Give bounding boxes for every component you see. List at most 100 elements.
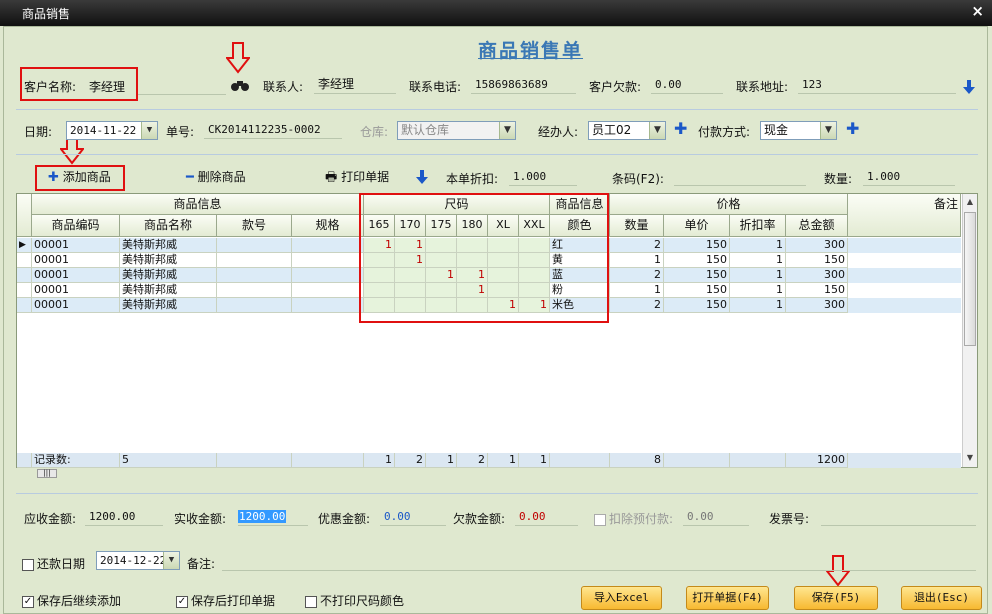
cell-spec[interactable] (292, 283, 364, 298)
col-rate[interactable]: 折扣率 (730, 215, 786, 237)
discount-field[interactable]: 1.000 (509, 168, 577, 186)
cell-qty[interactable]: 1 (610, 253, 664, 268)
cell-price[interactable]: 150 (664, 253, 730, 268)
receivable-field: 1200.00 (85, 508, 163, 526)
cell-name[interactable]: 美特斯邦威 (120, 298, 217, 313)
cell-qty[interactable]: 2 (610, 238, 664, 253)
h-scroll-thumb[interactable]: ||| (37, 469, 57, 478)
col-price[interactable]: 单价 (664, 215, 730, 237)
cell-total[interactable]: 150 (786, 283, 848, 298)
print-button[interactable]: 🖶 打印单据 (325, 168, 389, 190)
pay-select[interactable]: 现金 ▼ (760, 121, 837, 140)
option-continue[interactable]: ✓ 保存后继续添加 (22, 592, 121, 609)
import-excel-button[interactable]: 导入Excel (581, 586, 662, 610)
chevron-down-icon[interactable]: ▼ (141, 122, 157, 139)
cell-style[interactable] (217, 268, 292, 283)
cell-style[interactable] (217, 238, 292, 253)
remark-field[interactable] (222, 553, 976, 571)
cell-style[interactable] (217, 283, 292, 298)
row-indicator[interactable] (17, 283, 32, 298)
cell-spec[interactable] (292, 253, 364, 268)
minus-icon: ━ (186, 170, 194, 185)
close-icon[interactable]: × (971, 2, 984, 20)
save-button[interactable]: 保存(F5) (794, 586, 878, 610)
cell-qty[interactable]: 2 (610, 268, 664, 283)
cell-code[interactable]: 00001 (32, 253, 120, 268)
received-field[interactable]: 1200.00 (238, 508, 308, 526)
option-no-size-color[interactable]: 不打印尺码颜色 (305, 592, 404, 609)
qty-field[interactable]: 1.000 (863, 168, 955, 186)
repay-checkbox[interactable]: 还款日期 (22, 555, 85, 572)
date-picker[interactable]: 2014-11-22 ▼ (66, 121, 158, 140)
cell-rate[interactable]: 1 (730, 268, 786, 283)
cell-qty[interactable]: 2 (610, 298, 664, 313)
chevron-down-icon[interactable]: ▼ (649, 122, 665, 139)
cell-total[interactable]: 150 (786, 253, 848, 268)
arrow-down-icon[interactable] (416, 170, 428, 184)
scroll-down-icon[interactable]: ▼ (964, 450, 976, 466)
cell-name[interactable]: 美特斯邦威 (120, 238, 217, 253)
customer-value[interactable]: 李经理 (89, 78, 125, 95)
cell-rate[interactable]: 1 (730, 298, 786, 313)
option-print-after[interactable]: ✓ 保存后打印单据 (176, 592, 275, 609)
handler-select[interactable]: 员工02 ▼ (588, 121, 666, 140)
cell-code[interactable]: 00001 (32, 298, 120, 313)
phone-field[interactable]: 15869863689 (471, 76, 576, 94)
row-indicator[interactable] (17, 268, 32, 283)
barcode-field[interactable] (674, 168, 806, 186)
cell-code[interactable]: 00001 (32, 268, 120, 283)
cell-rate[interactable]: 1 (730, 253, 786, 268)
cell-total[interactable]: 300 (786, 238, 848, 253)
row-indicator-header (17, 194, 32, 237)
cell-name[interactable]: 美特斯邦威 (120, 268, 217, 283)
cell-spec[interactable] (292, 298, 364, 313)
col-total[interactable]: 总金额 (786, 215, 848, 237)
cell-price[interactable]: 150 (664, 298, 730, 313)
cell-name[interactable]: 美特斯邦威 (120, 283, 217, 298)
cell-total[interactable]: 300 (786, 298, 848, 313)
cell-spec[interactable] (292, 238, 364, 253)
delete-product-button[interactable]: ━ 删除商品 (186, 168, 246, 185)
row-indicator[interactable] (17, 298, 32, 313)
v-scrollbar[interactable]: ▲ ▼ (962, 194, 977, 467)
cell-code[interactable]: 00001 (32, 283, 120, 298)
cell-price[interactable]: 150 (664, 283, 730, 298)
footer-count: 5 (120, 453, 217, 468)
cell-qty[interactable]: 1 (610, 283, 664, 298)
address-field[interactable]: 123 (798, 76, 956, 94)
add-pay-icon[interactable]: ✚ (846, 119, 859, 138)
cell-name[interactable]: 美特斯邦威 (120, 253, 217, 268)
cell-style[interactable] (217, 253, 292, 268)
open-order-button[interactable]: 打开单据(F4) (686, 586, 769, 610)
group-remark: 备注 (848, 194, 961, 237)
chevron-down-icon[interactable]: ▼ (820, 122, 836, 139)
cell-price[interactable]: 150 (664, 238, 730, 253)
cell-rate[interactable]: 1 (730, 283, 786, 298)
contact-field[interactable]: 李经理 (314, 76, 396, 94)
invoice-field[interactable] (821, 508, 976, 526)
arrow-down-icon[interactable] (963, 80, 975, 94)
exit-button[interactable]: 退出(Esc) (901, 586, 982, 610)
repay-date-picker[interactable]: 2014-12-22 ▼ (96, 551, 180, 570)
add-handler-icon[interactable]: ✚ (674, 119, 687, 138)
cell-price[interactable]: 150 (664, 268, 730, 283)
cell-total[interactable]: 300 (786, 268, 848, 283)
cell-rate[interactable]: 1 (730, 238, 786, 253)
col-spec[interactable]: 规格 (292, 215, 364, 237)
current-row-icon[interactable]: ▶ (17, 238, 32, 253)
col-code[interactable]: 商品编码 (32, 215, 120, 237)
cell-code[interactable]: 00001 (32, 238, 120, 253)
binoculars-icon[interactable] (231, 80, 249, 92)
col-name[interactable]: 商品名称 (120, 215, 217, 237)
v-scroll-thumb[interactable] (964, 212, 976, 346)
cell-spec[interactable] (292, 268, 364, 283)
col-qty[interactable]: 数量 (610, 215, 664, 237)
row-indicator[interactable] (17, 253, 32, 268)
col-style[interactable]: 款号 (217, 215, 292, 237)
add-product-button[interactable]: ✚ 添加商品 (48, 168, 111, 185)
chevron-down-icon[interactable]: ▼ (163, 552, 179, 569)
window-titlebar: 商品销售 × (0, 0, 992, 26)
cell-style[interactable] (217, 298, 292, 313)
checkbox-icon (305, 595, 317, 608)
scroll-up-icon[interactable]: ▲ (964, 194, 976, 210)
